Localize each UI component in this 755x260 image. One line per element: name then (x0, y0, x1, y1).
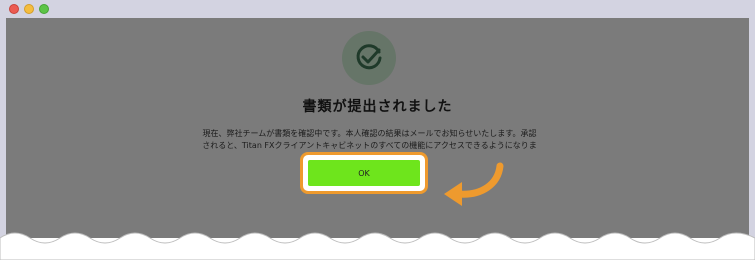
modal-overlay: 書類が提出されました 現在、弊社チームが書類を確認中です。本人確認の結果はメール… (6, 18, 749, 238)
pointer-arrow-icon (444, 162, 504, 206)
checkmark-circle-icon (342, 31, 396, 85)
dialog-title: 書類が提出されました (302, 99, 453, 115)
zoom-window-button[interactable] (39, 4, 49, 14)
close-window-button[interactable] (9, 4, 19, 14)
screenshot-frame: 書類が提出されました 現在、弊社チームが書類を確認中です。本人確認の結果はメール… (0, 0, 755, 260)
torn-edge-wave (0, 232, 755, 260)
minimize-window-button[interactable] (24, 4, 34, 14)
ok-button[interactable]: OK (308, 160, 420, 186)
checkmark-icon (356, 44, 382, 70)
window-titlebar (0, 0, 755, 18)
